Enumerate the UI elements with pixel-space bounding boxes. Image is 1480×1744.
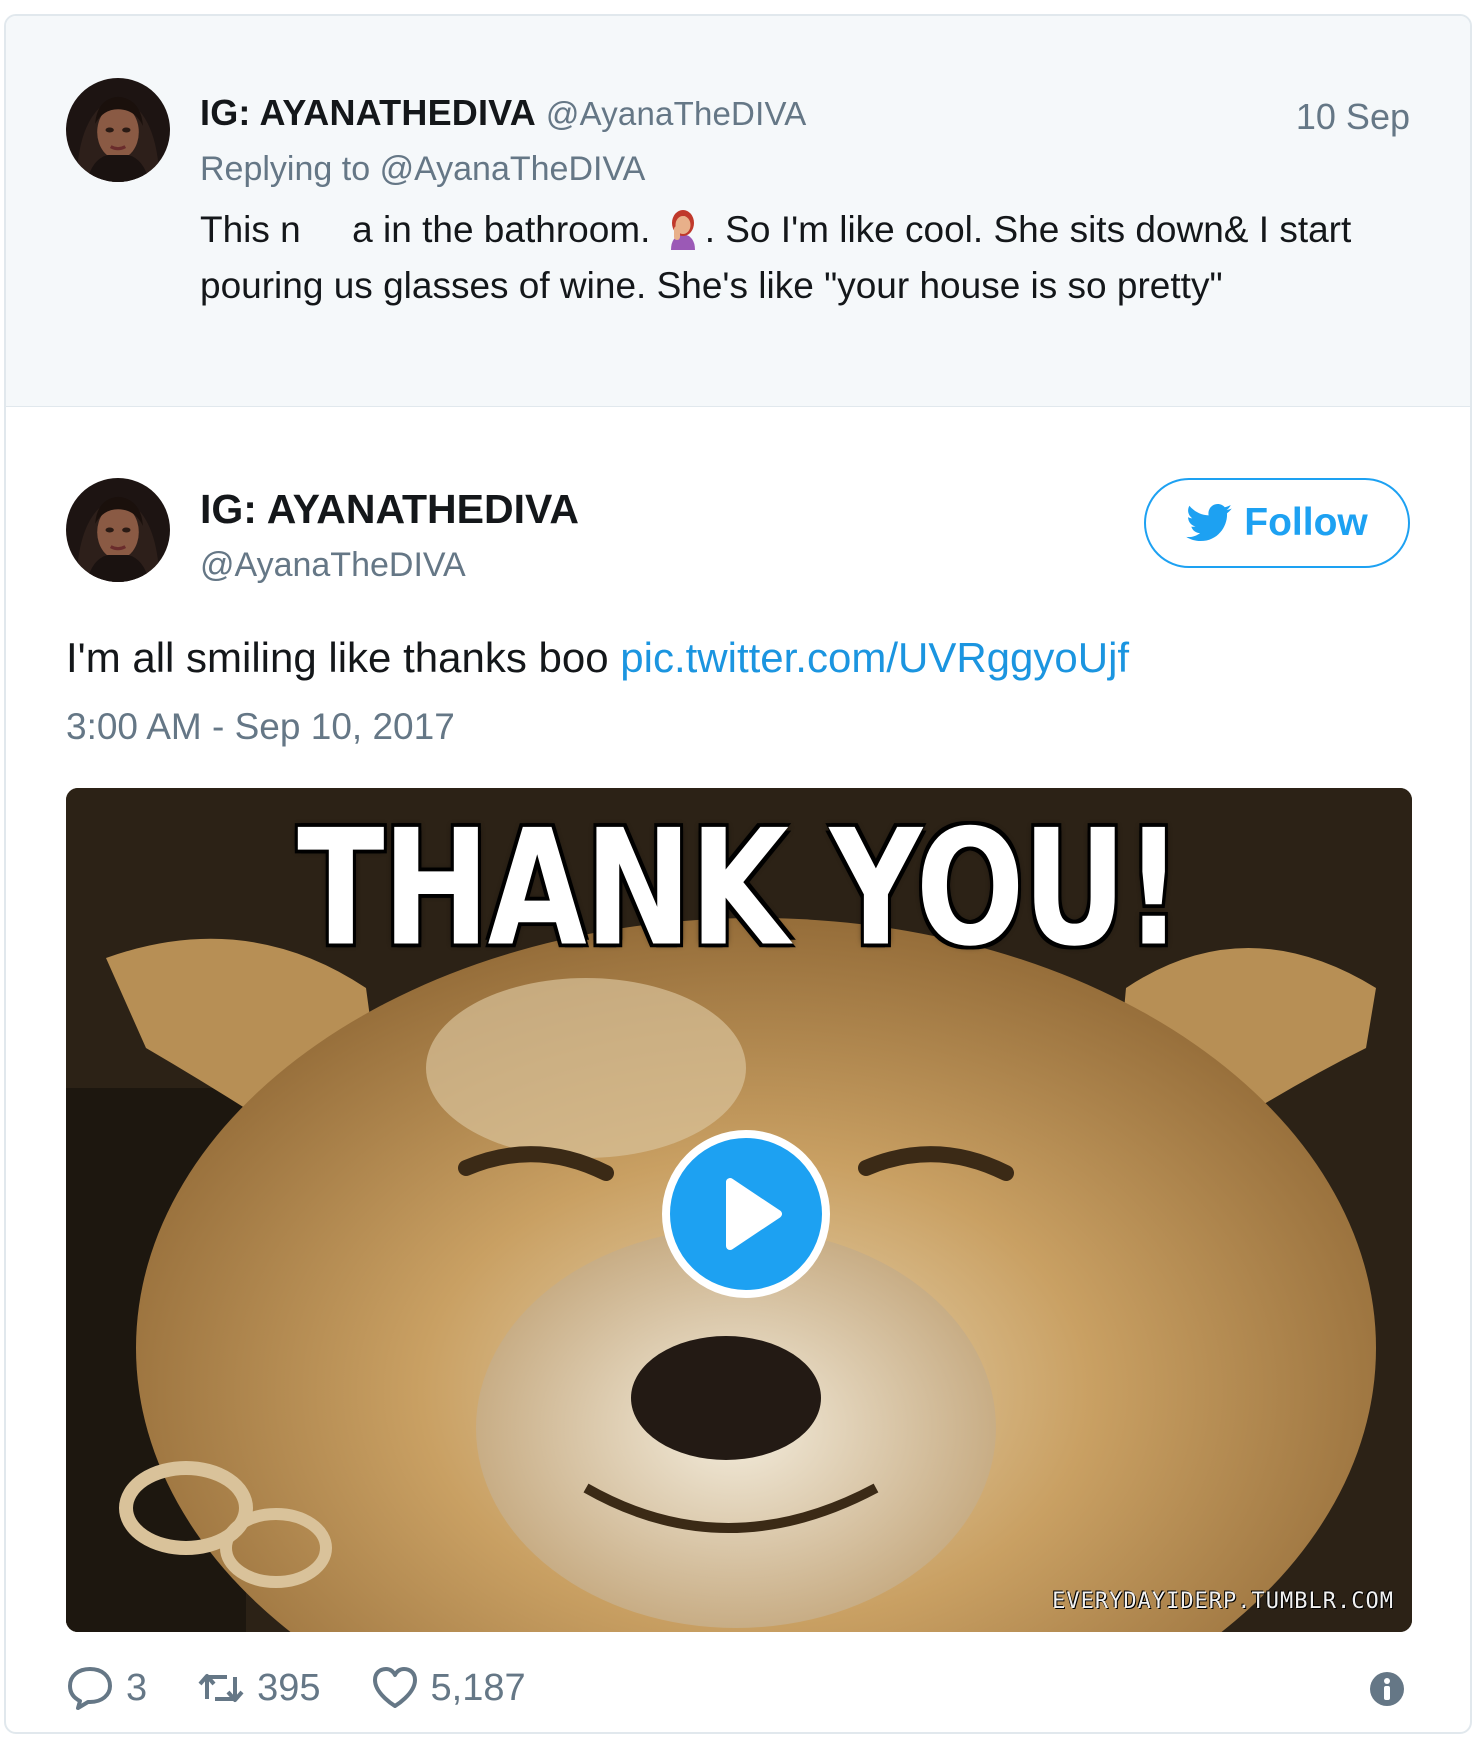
twitter-bird-icon: [1186, 504, 1233, 542]
user-handle[interactable]: @AyanaTheDIVA: [546, 95, 807, 132]
follow-label: Follow: [1244, 501, 1368, 544]
tweet-date[interactable]: 3:00 AM - Sep 10, 2017: [66, 706, 455, 748]
heart-icon: [371, 1665, 419, 1711]
parent-tweet-text: This n a in the bathroom. . So I'm like …: [200, 202, 1430, 314]
gif-media[interactable]: THANK YOU! EVERYDAYIDERP.TUMBLR.COM: [66, 788, 1412, 1632]
reply-count: 3: [126, 1666, 148, 1709]
follow-button[interactable]: Follow: [1144, 478, 1410, 568]
like-count: 5,187: [430, 1666, 526, 1709]
tweet-text-part: This n a in the bathroom.: [200, 209, 661, 250]
reply-button[interactable]: 3: [66, 1665, 147, 1711]
play-icon[interactable]: [662, 1130, 830, 1298]
display-name[interactable]: IG: AYANATHEDIVA: [200, 92, 536, 133]
user-handle[interactable]: @AyanaTheDIVA: [200, 546, 466, 585]
avatar[interactable]: [66, 478, 170, 582]
retweet-icon: [197, 1665, 245, 1711]
display-name[interactable]: IG: AYANATHEDIVA: [200, 486, 579, 533]
parent-tweet[interactable]: IG: AYANATHEDIVA @AyanaTheDIVA 10 Sep Rep…: [6, 16, 1470, 407]
retweet-count: 395: [257, 1666, 321, 1709]
gif-caption: THANK YOU!: [297, 796, 1183, 983]
replying-to: Replying to @AyanaTheDIVA: [200, 150, 645, 189]
tweet-actions: 3 395 5,187: [66, 1658, 1412, 1718]
replying-to-label: Replying to: [200, 150, 371, 188]
tweet-text-body: I'm all smiling like thanks boo: [66, 634, 621, 681]
media-link[interactable]: pic.twitter.com/UVRggyoUjf: [620, 634, 1129, 681]
like-button[interactable]: 5,187: [371, 1665, 526, 1711]
replying-to-handle[interactable]: @AyanaTheDIVA: [380, 150, 646, 188]
reply-icon: [66, 1665, 114, 1711]
tweet-text: I'm all smiling like thanks boo pic.twit…: [66, 634, 1129, 682]
embedded-tweet-card: IG: AYANATHEDIVA @AyanaTheDIVA 10 Sep Rep…: [4, 14, 1472, 1734]
tweet-timestamp[interactable]: 10 Sep: [1296, 96, 1410, 138]
woman-facepalming-icon: [663, 206, 703, 250]
info-icon[interactable]: [1368, 1670, 1406, 1708]
avatar[interactable]: [66, 78, 170, 182]
retweet-button[interactable]: 395: [197, 1665, 321, 1711]
gif-watermark: EVERYDAYIDERP.TUMBLR.COM: [1052, 1589, 1394, 1614]
parent-author[interactable]: IG: AYANATHEDIVA @AyanaTheDIVA: [200, 92, 806, 134]
